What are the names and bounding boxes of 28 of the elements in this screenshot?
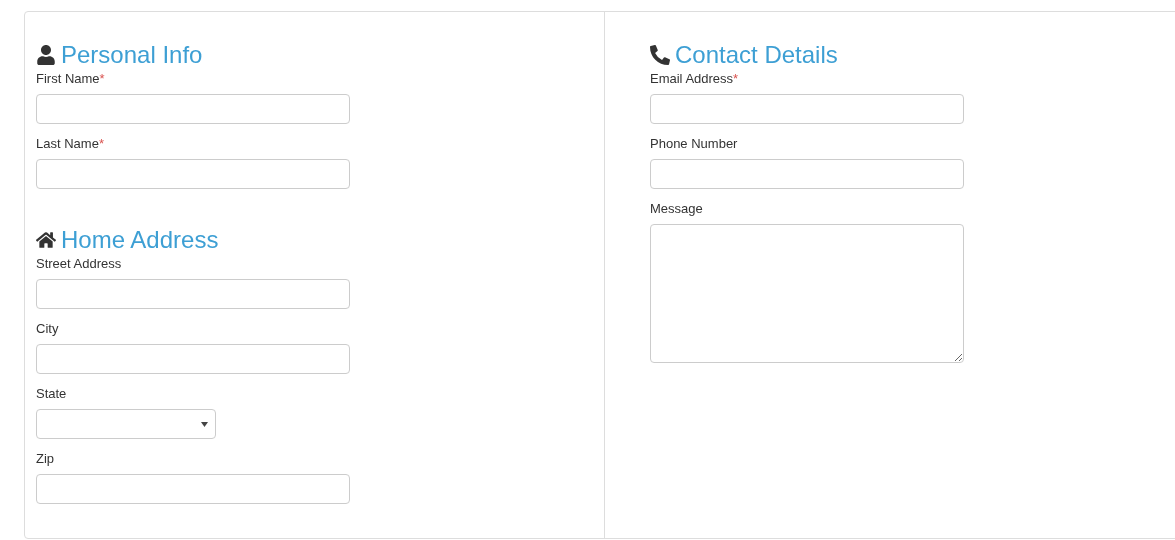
text-field[interactable] <box>36 474 350 504</box>
field-label: Zip <box>36 451 55 467</box>
message-field[interactable] <box>650 224 964 363</box>
text-field[interactable] <box>36 159 350 189</box>
text-field[interactable] <box>36 279 350 309</box>
required-marker: * <box>733 71 739 87</box>
house-icon <box>36 230 56 250</box>
field-label: State <box>36 386 67 402</box>
select-field[interactable] <box>36 409 216 439</box>
text-field[interactable] <box>650 159 964 189</box>
field-label: Street Address <box>36 256 122 272</box>
section-heading: Personal Info <box>61 40 203 70</box>
field-label: Email Address <box>650 71 734 87</box>
user-icon <box>36 45 56 65</box>
text-field[interactable] <box>36 94 350 124</box>
field-label: Phone Number <box>650 136 738 152</box>
phone-icon <box>650 45 670 65</box>
field-label: Last Name <box>36 136 99 152</box>
text-field[interactable] <box>36 344 350 374</box>
required-marker: * <box>99 71 105 87</box>
section-heading: Home Address <box>61 225 219 255</box>
field-label: First Name <box>36 71 100 87</box>
section-heading: Contact Details <box>675 40 838 70</box>
required-marker: * <box>98 136 104 152</box>
field-label: Message <box>650 201 703 217</box>
text-field[interactable] <box>650 94 964 124</box>
field-label: City <box>36 321 59 337</box>
caret-icon <box>201 421 208 427</box>
